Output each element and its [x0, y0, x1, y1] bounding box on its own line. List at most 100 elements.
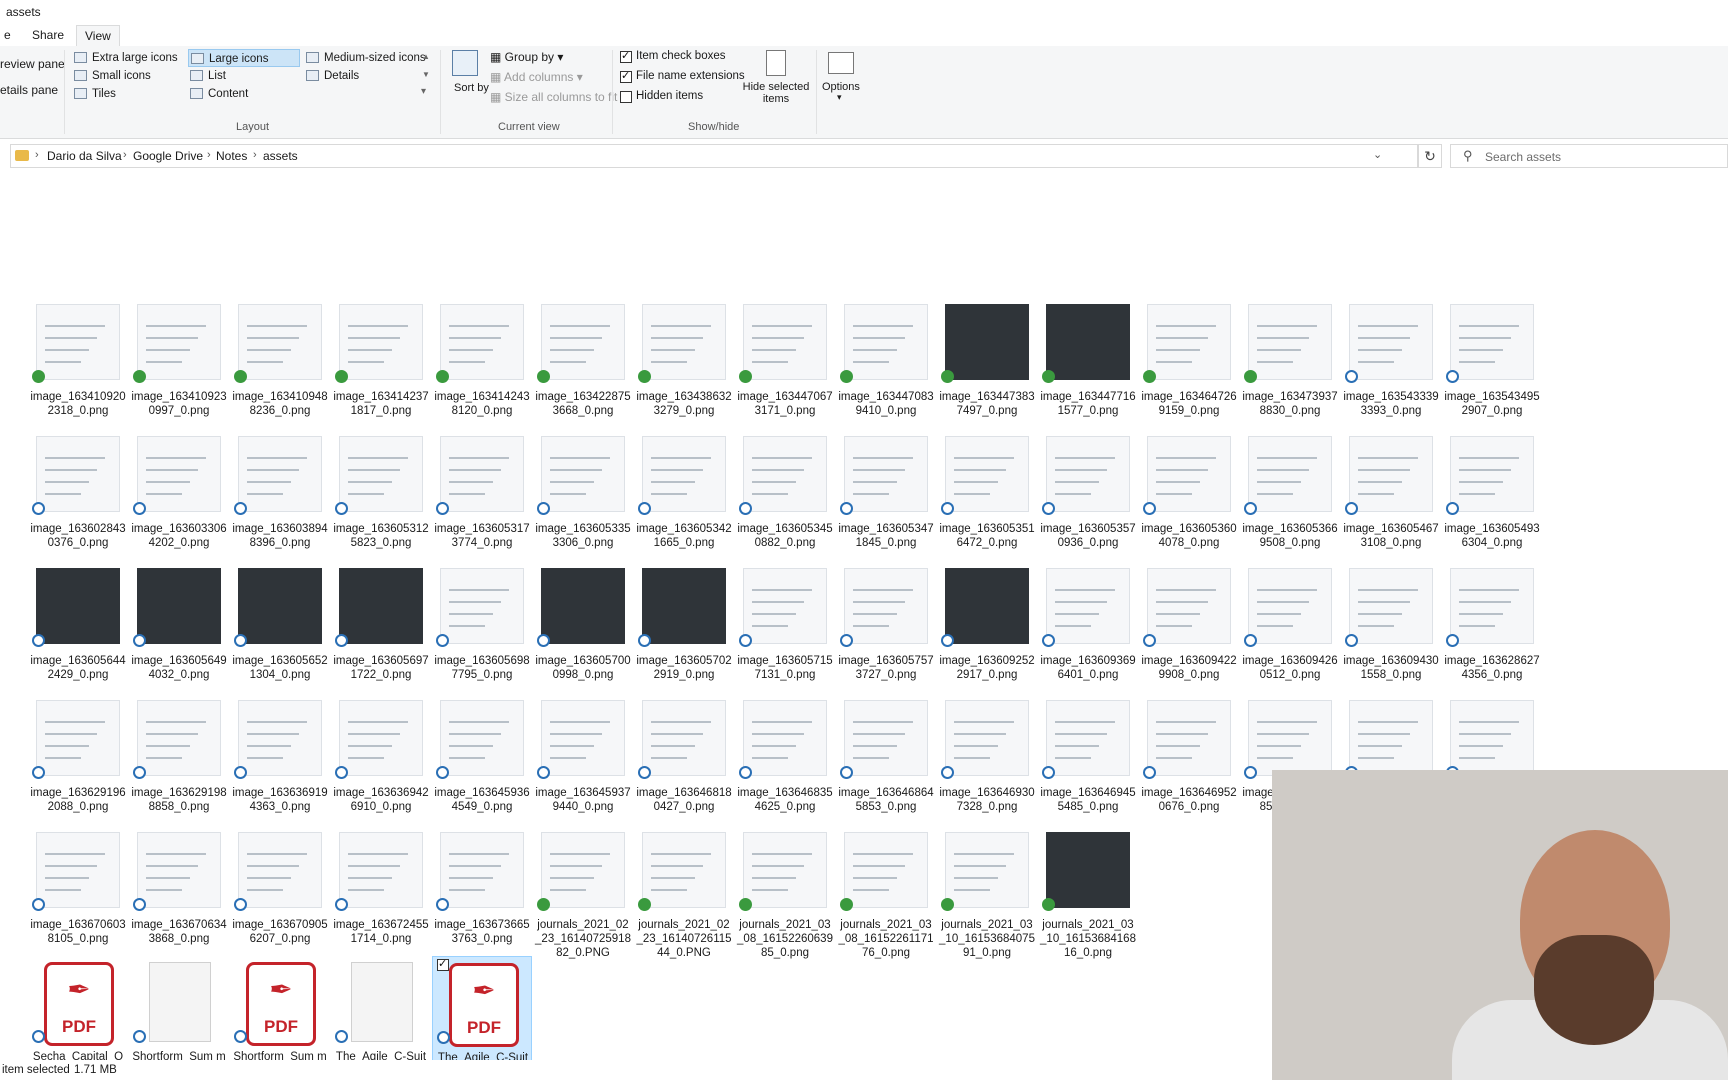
- file-item[interactable]: image_163628627 4356_0.png: [1442, 560, 1542, 684]
- details-pane-button[interactable]: etails pane: [0, 83, 58, 97]
- search-input[interactable]: Search assets: [1485, 150, 1561, 164]
- size-columns-button[interactable]: ▦ Size all columns to fit: [490, 90, 617, 104]
- file-item[interactable]: image_163672455 1714_0.png: [331, 824, 431, 948]
- tab-view[interactable]: View: [76, 25, 120, 47]
- add-columns-button[interactable]: ▦ Add columns ▾: [490, 70, 583, 84]
- file-item[interactable]: image_163646864 5853_0.png: [836, 692, 936, 816]
- file-item[interactable]: image_163609426 0512_0.png: [1240, 560, 1340, 684]
- file-item[interactable]: image_163646945 5485_0.png: [1038, 692, 1138, 816]
- file-item[interactable]: image_163646818 0427_0.png: [634, 692, 734, 816]
- file-item[interactable]: journals_2021_02 _23_16140725918 82_0.PN…: [533, 824, 633, 959]
- tab-home[interactable]: e: [0, 25, 19, 45]
- item-checkbox[interactable]: [437, 957, 449, 971]
- file-item[interactable]: ✒PDFThe_Agile_C-Suit e_1636992048993 _0.…: [432, 956, 532, 1066]
- layout-details[interactable]: Details: [304, 67, 416, 85]
- breadcrumb-dario[interactable]: Dario da Silva: [47, 149, 122, 163]
- file-item[interactable]: 5158_0.png: [230, 176, 330, 182]
- hide-selected-items-button[interactable]: Hide selected items: [742, 81, 810, 105]
- file-item[interactable]: 0305_0.png: [836, 176, 936, 182]
- file-item[interactable]: 2653_0.png: [533, 176, 633, 182]
- file-item[interactable]: image_163605493 6304_0.png: [1442, 428, 1542, 552]
- file-item[interactable]: journals_2021_03 _10_16153684168 16_0.pn…: [1038, 824, 1138, 959]
- file-item[interactable]: image_163629198 8858_0.png: [129, 692, 229, 816]
- breadcrumb-google-drive[interactable]: Google Drive: [133, 149, 203, 163]
- file-item[interactable]: The_Agile_C-Suit e_1636992048993 _0.edn: [331, 956, 431, 1066]
- file-item[interactable]: image_163636919 4363_0.png: [230, 692, 330, 816]
- layout-list[interactable]: List: [188, 67, 300, 85]
- address-dropdown-icon[interactable]: ⌄: [1373, 148, 1382, 161]
- file-item[interactable]: 6146_0.png: [331, 176, 431, 182]
- refresh-button[interactable]: ↻: [1418, 144, 1442, 168]
- file-item[interactable]: 5330_0.png: [1442, 176, 1542, 182]
- breadcrumb-assets[interactable]: assets: [263, 149, 298, 163]
- file-item[interactable]: image_163414243 8120_0.png: [432, 296, 532, 420]
- file-item[interactable]: image_163447067 3171_0.png: [735, 296, 835, 420]
- file-item[interactable]: image_163673665 3763_0.png: [432, 824, 532, 948]
- file-item[interactable]: image_163605347 1845_0.png: [836, 428, 936, 552]
- file-item[interactable]: image_163605700 0998_0.png: [533, 560, 633, 684]
- file-item[interactable]: ✒PDFSecha_Capital_O perator_Investor_ Ro…: [28, 956, 128, 1066]
- file-item[interactable]: image_163605697 1722_0.png: [331, 560, 431, 684]
- sort-by-button[interactable]: Sort by: [454, 82, 489, 94]
- file-item[interactable]: image_163605312 5823_0.png: [331, 428, 431, 552]
- file-item[interactable]: image_163605360 4078_0.png: [1139, 428, 1239, 552]
- expand-gallery-icon[interactable]: ▾: [421, 86, 426, 97]
- file-item[interactable]: image_163414237 1817_0.png: [331, 296, 431, 420]
- file-item[interactable]: journals_2021_03 _08_16152260639 85_0.pn…: [735, 824, 835, 959]
- file-item[interactable]: image_163645937 9440_0.png: [533, 692, 633, 816]
- layout-medium-icons[interactable]: Medium-sized icons: [304, 49, 426, 67]
- file-item[interactable]: image_163670603 8105_0.png: [28, 824, 128, 948]
- scroll-up-icon[interactable]: ▲: [422, 52, 430, 61]
- file-item[interactable]: image_163609369 6401_0.png: [1038, 560, 1138, 684]
- file-item[interactable]: 4915_0.png: [1139, 176, 1239, 182]
- file-item[interactable]: image_163670905 6207_0.png: [230, 824, 330, 948]
- layout-large-icons[interactable]: Large icons: [188, 49, 300, 67]
- file-item[interactable]: image_163422875 3668_0.png: [533, 296, 633, 420]
- file-item[interactable]: image_163605317 3774_0.png: [432, 428, 532, 552]
- scroll-down-icon[interactable]: ▼: [422, 70, 430, 79]
- file-item[interactable]: image_163646930 7328_0.png: [937, 692, 1037, 816]
- file-item[interactable]: journals_2021_03 _08_16152261171 76_0.pn…: [836, 824, 936, 959]
- file-item[interactable]: image_163605715 7131_0.png: [735, 560, 835, 684]
- file-item[interactable]: image_163605649 4032_0.png: [129, 560, 229, 684]
- search-box[interactable]: ⚲ Search assets: [1450, 144, 1728, 168]
- file-name-extensions-checkbox[interactable]: [620, 69, 632, 83]
- file-item[interactable]: image_163609430 1558_0.png: [1341, 560, 1441, 684]
- file-item[interactable]: 6171_0.png: [432, 176, 532, 182]
- file-item[interactable]: image_163410923 0997_0.png: [129, 296, 229, 420]
- file-item[interactable]: image_163605698 7795_0.png: [432, 560, 532, 684]
- file-item[interactable]: image_163447716 1577_0.png: [1038, 296, 1138, 420]
- breadcrumb-notes[interactable]: Notes: [216, 149, 247, 163]
- file-item[interactable]: image_163605345 0882_0.png: [735, 428, 835, 552]
- file-item[interactable]: image_163605757 3727_0.png: [836, 560, 936, 684]
- file-item[interactable]: image_163438632 3279_0.png: [634, 296, 734, 420]
- file-item[interactable]: 6444_0.png: [634, 176, 734, 182]
- file-item[interactable]: image_163636942 6910_0.png: [331, 692, 431, 816]
- layout-content[interactable]: Content: [188, 85, 300, 103]
- file-item[interactable]: image_163605351 6472_0.png: [937, 428, 1037, 552]
- file-item[interactable]: image_163605357 0936_0.png: [1038, 428, 1138, 552]
- hidden-items-checkbox[interactable]: [620, 91, 632, 103]
- file-item[interactable]: image_163543495 2907_0.png: [1442, 296, 1542, 420]
- file-item[interactable]: journals_2021_02 _23_16140726115 44_0.PN…: [634, 824, 734, 959]
- file-item[interactable]: 6941_0.png: [28, 176, 128, 182]
- preview-pane-button[interactable]: review pane: [0, 57, 65, 71]
- group-by-button[interactable]: ▦ Group by ▾: [490, 50, 563, 64]
- file-item[interactable]: 0008_0.png: [129, 176, 229, 182]
- file-item[interactable]: image_163447383 7497_0.png: [937, 296, 1037, 420]
- file-item[interactable]: 1360_0.png: [735, 176, 835, 182]
- file-item[interactable]: image_163609252 2917_0.png: [937, 560, 1037, 684]
- file-item[interactable]: image_163605366 9508_0.png: [1240, 428, 1340, 552]
- layout-extra-large-icons[interactable]: Extra large icons: [72, 49, 184, 67]
- options-chevron-icon[interactable]: ▾: [837, 92, 842, 103]
- file-item[interactable]: image_163609422 9908_0.png: [1139, 560, 1239, 684]
- file-item[interactable]: image_163605644 2429_0.png: [28, 560, 128, 684]
- file-item[interactable]: Shortform_Sum mary_-_Measure_ What_Matte…: [129, 956, 229, 1066]
- file-item[interactable]: image_163605467 3108_0.png: [1341, 428, 1441, 552]
- file-item[interactable]: image_163605342 1665_0.png: [634, 428, 734, 552]
- item-check-boxes-checkbox[interactable]: [620, 49, 632, 63]
- file-item[interactable]: image_163473937 8830_0.png: [1240, 296, 1340, 420]
- file-item[interactable]: image_163646952 0676_0.png: [1139, 692, 1239, 816]
- file-item[interactable]: image_163603306 4202_0.png: [129, 428, 229, 552]
- address-bar[interactable]: › Dario da Silva › Google Drive › Notes …: [10, 144, 1418, 168]
